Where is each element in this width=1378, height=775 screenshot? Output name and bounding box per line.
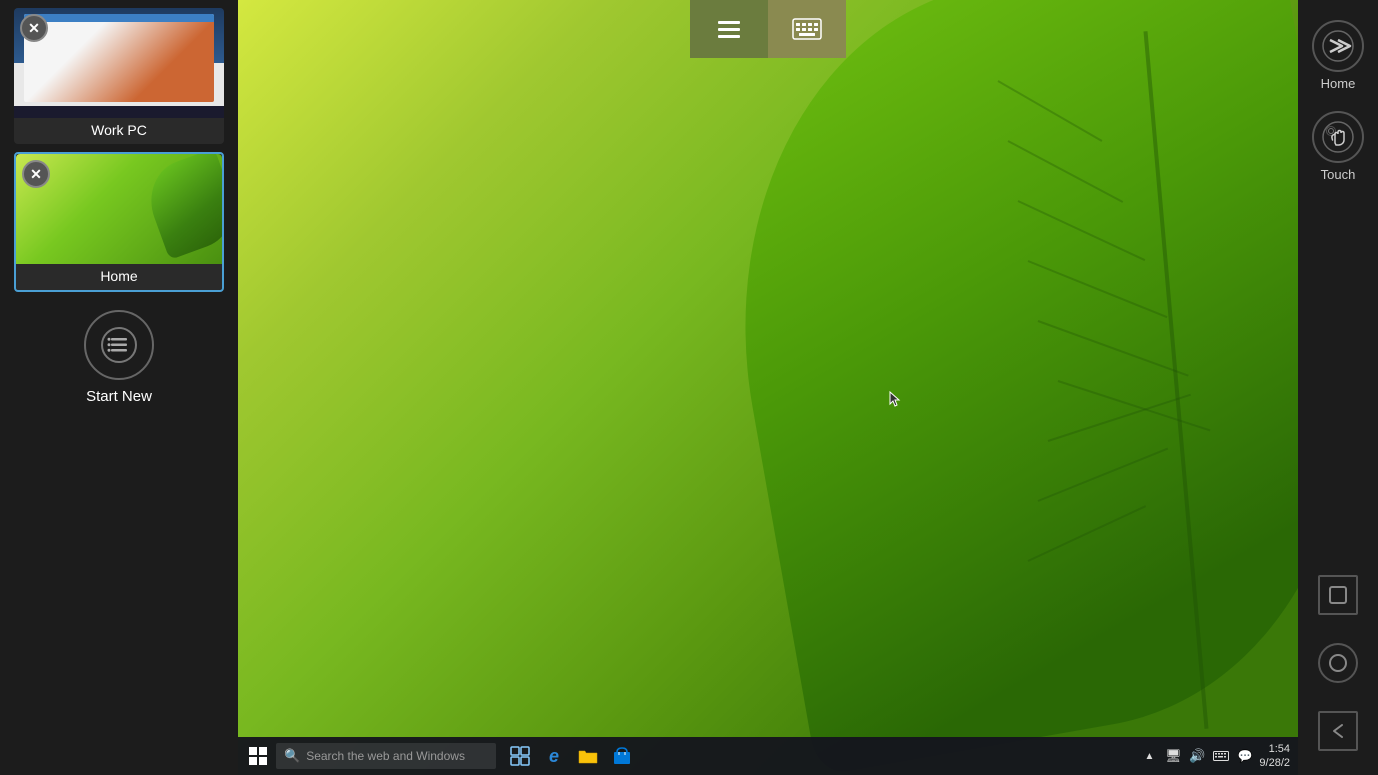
circle-nav-icon xyxy=(1328,653,1348,673)
main-area: 🔍 Search the web and Windows e xyxy=(238,0,1298,775)
right-panel: Home Touch xyxy=(1298,0,1378,775)
keyboard-icon xyxy=(792,18,822,40)
date-display: 9/28/2 xyxy=(1259,756,1290,770)
sidebar: ✕ Work PC ✕ Home xyxy=(0,0,238,775)
task-view-icon xyxy=(510,746,530,766)
keyboard-tray-icon[interactable] xyxy=(1211,746,1231,766)
home-nav-button[interactable] xyxy=(1318,643,1358,683)
menu-icon xyxy=(718,21,740,38)
touch-label: Touch xyxy=(1321,167,1356,182)
menu-button[interactable] xyxy=(690,0,768,58)
touch-icon-circle xyxy=(1312,111,1364,163)
start-new-icon xyxy=(84,310,154,380)
keyboard-tray-svg-icon xyxy=(1213,751,1229,761)
home-remote-label: Home xyxy=(1321,76,1356,91)
start-new-button[interactable]: Start New xyxy=(84,310,154,405)
store-icon xyxy=(613,747,631,765)
explorer-icon xyxy=(578,747,598,765)
close-workpc-button[interactable]: ✕ xyxy=(20,14,48,42)
home-remote-button[interactable]: Home xyxy=(1298,10,1378,101)
leaf-decoration xyxy=(715,0,1298,775)
square-nav-icon xyxy=(1328,585,1348,605)
volume-icon[interactable]: 🔊 xyxy=(1187,746,1207,766)
start-button[interactable] xyxy=(242,740,274,772)
taskbar-time[interactable]: 1:54 9/28/2 xyxy=(1259,742,1290,771)
tray-arrow-icon[interactable]: ▲ xyxy=(1139,746,1159,766)
search-placeholder: Search the web and Windows xyxy=(306,749,465,763)
explorer-button[interactable] xyxy=(572,740,604,772)
taskbar-apps: e xyxy=(504,740,638,772)
windows-taskbar: 🔍 Search the web and Windows e xyxy=(238,737,1298,775)
workpc-label: Work PC xyxy=(14,118,224,144)
taskbar-tray: ▲ 🖥 🔊 💬 1: xyxy=(1139,742,1294,771)
notifications-icon[interactable]: 💬 xyxy=(1235,746,1255,766)
recents-nav-button[interactable] xyxy=(1318,575,1358,615)
windows-logo-icon xyxy=(249,747,267,765)
task-view-button[interactable] xyxy=(504,740,536,772)
home-label: Home xyxy=(16,264,222,290)
touch-button[interactable]: Touch xyxy=(1298,101,1378,192)
back-nav-icon xyxy=(1328,721,1348,741)
time-display: 1:54 xyxy=(1259,742,1290,756)
rdp-icon xyxy=(1322,30,1354,62)
edge-button[interactable]: e xyxy=(538,740,570,772)
touch-hand-icon xyxy=(1322,121,1354,153)
close-home-button[interactable]: ✕ xyxy=(22,160,50,188)
home-icon-circle xyxy=(1312,20,1364,72)
session-card-workpc[interactable]: ✕ Work PC xyxy=(14,8,224,144)
back-nav-button[interactable] xyxy=(1318,711,1358,751)
session-card-home[interactable]: ✕ Home xyxy=(14,152,224,292)
keyboard-button[interactable] xyxy=(768,0,846,58)
desktop-wallpaper[interactable]: 🔍 Search the web and Windows e xyxy=(238,0,1298,775)
network-icon[interactable]: 🖥 xyxy=(1163,746,1183,766)
store-button[interactable] xyxy=(606,740,638,772)
taskbar-search[interactable]: 🔍 Search the web and Windows xyxy=(276,743,496,769)
search-icon: 🔍 xyxy=(284,748,300,764)
top-toolbar xyxy=(690,0,846,58)
start-new-label: Start New xyxy=(86,388,152,405)
